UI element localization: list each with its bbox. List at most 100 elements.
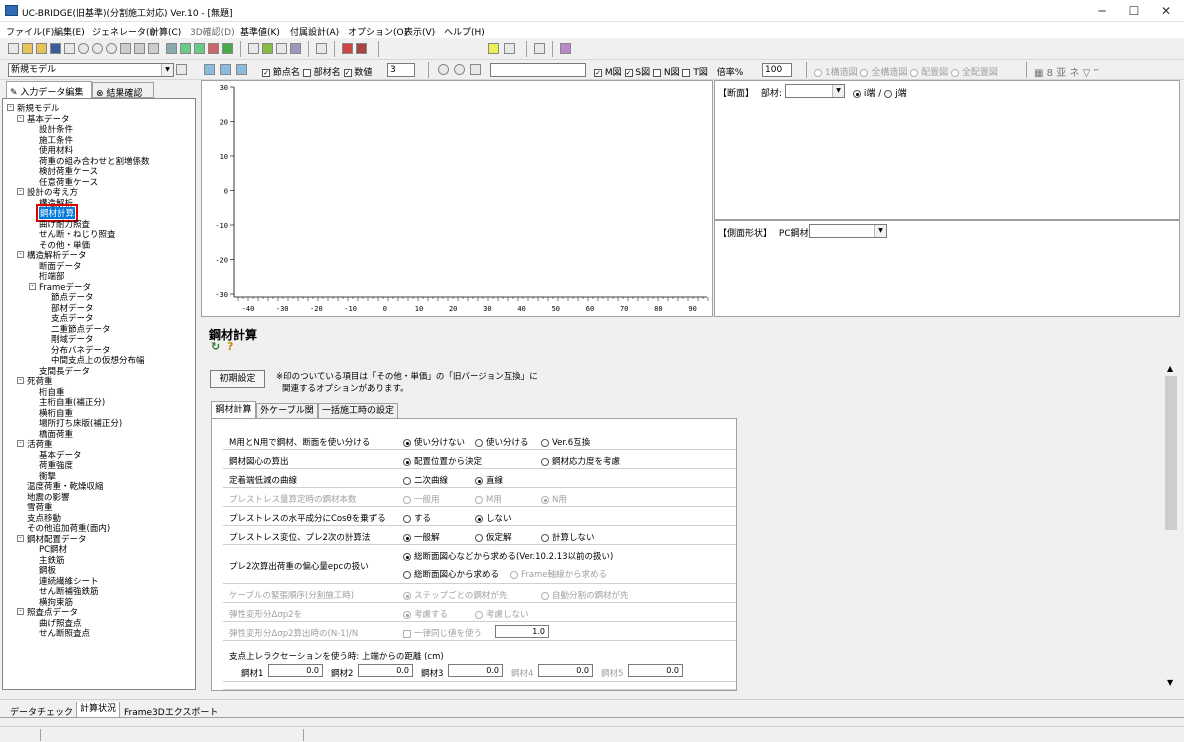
fit-view-icon[interactable] bbox=[470, 64, 481, 75]
rotate-icon[interactable]: ネ bbox=[1069, 68, 1079, 79]
chevron-down-icon[interactable]: ▼ bbox=[161, 64, 173, 76]
view-mode-radio[interactable] bbox=[951, 68, 960, 77]
chevron-down-icon[interactable]: ▼ bbox=[874, 225, 886, 237]
steel3-input[interactable]: 0.0 bbox=[448, 664, 503, 677]
print-icon[interactable] bbox=[120, 43, 131, 54]
chevron-down-icon[interactable]: ▼ bbox=[832, 85, 844, 97]
menu-option[interactable]: オプション(O) bbox=[348, 25, 407, 38]
menu-standard[interactable]: 基準値(K) bbox=[240, 25, 280, 38]
value-digits-spin[interactable]: 3 bbox=[387, 63, 415, 77]
option-radio[interactable] bbox=[541, 457, 549, 466]
option-radio[interactable] bbox=[403, 514, 411, 523]
view2-icon[interactable] bbox=[220, 64, 231, 75]
tab-input-data[interactable]: ✎ 入力データ編集 bbox=[6, 81, 92, 98]
open-icon[interactable] bbox=[22, 43, 33, 54]
option-radio[interactable] bbox=[403, 591, 411, 600]
steel1-input[interactable]: 0.0 bbox=[268, 664, 323, 677]
option-radio[interactable] bbox=[475, 438, 483, 447]
option-radio[interactable] bbox=[475, 610, 483, 619]
pc-select[interactable]: ▼ bbox=[809, 224, 887, 238]
maximize-button[interactable]: ☐ bbox=[1118, 0, 1150, 22]
option-radio[interactable] bbox=[475, 476, 483, 485]
model-select[interactable]: 新規モデル ▼ bbox=[8, 63, 174, 77]
grid-icon[interactable] bbox=[194, 43, 205, 54]
option-radio[interactable] bbox=[541, 438, 549, 447]
menu-attached[interactable]: 付属設計(A) bbox=[290, 25, 339, 38]
close-button[interactable]: ✕ bbox=[1150, 0, 1182, 22]
tab-result[interactable]: ⊗ 結果確認 bbox=[92, 82, 154, 99]
option-radio[interactable] bbox=[403, 476, 411, 485]
save-icon[interactable] bbox=[50, 43, 61, 54]
more-icon[interactable]: ‴ bbox=[1093, 68, 1098, 79]
cross-section-icon[interactable] bbox=[356, 43, 367, 54]
member-name-checkbox[interactable] bbox=[302, 68, 311, 77]
option-radio[interactable] bbox=[475, 514, 483, 523]
steel4-input[interactable]: 0.0 bbox=[538, 664, 593, 677]
help-icon[interactable] bbox=[488, 43, 499, 54]
tree-expand-icon[interactable]: - bbox=[17, 608, 24, 615]
structure-view[interactable]: 30 20 10 0 -10 -20 -30 -40 -30 -20 -10 0 10 20 30 40 50 6… bbox=[201, 80, 713, 317]
view-mode-radio[interactable] bbox=[910, 68, 919, 77]
align-icon[interactable]: 亚 bbox=[1056, 68, 1066, 79]
chart-icon[interactable] bbox=[180, 43, 191, 54]
marker-icon[interactable]: 8 bbox=[1047, 68, 1053, 79]
node-name-checkbox[interactable]: ✓ bbox=[262, 68, 270, 77]
zoom-out-view-icon[interactable] bbox=[454, 64, 465, 75]
tree-expand-icon[interactable]: - bbox=[17, 251, 24, 258]
tab-batch-setting[interactable]: 一括施工時の設定 bbox=[318, 403, 398, 418]
new-icon[interactable] bbox=[8, 43, 19, 54]
tab-steel-calc[interactable]: 鋼材計算 bbox=[211, 401, 256, 418]
minimize-button[interactable]: ─ bbox=[1086, 0, 1118, 22]
flag-icon[interactable] bbox=[208, 43, 219, 54]
scroll-down-icon[interactable]: ▼ bbox=[1167, 678, 1173, 687]
form-scrollbar[interactable]: ▲ ▼ bbox=[1164, 362, 1178, 690]
report-icon[interactable] bbox=[248, 43, 259, 54]
t-diagram-checkbox[interactable] bbox=[682, 68, 691, 77]
zoom-out-icon[interactable] bbox=[106, 43, 117, 54]
tree-expand-icon[interactable]: - bbox=[17, 114, 24, 122]
info-icon[interactable] bbox=[534, 43, 545, 54]
help-icon[interactable]: ? bbox=[227, 340, 233, 353]
option-radio[interactable] bbox=[403, 495, 411, 504]
scroll-up-icon[interactable]: ▲ bbox=[1167, 364, 1173, 373]
menu-calc[interactable]: 計算(C) bbox=[150, 25, 181, 38]
steel2-input[interactable]: 0.0 bbox=[358, 664, 413, 677]
tree-expand-icon[interactable]: - bbox=[17, 440, 24, 447]
print-preview-icon[interactable] bbox=[134, 43, 145, 54]
tab-calc-status[interactable]: 計算状況 bbox=[76, 702, 120, 718]
view3-icon[interactable] bbox=[236, 64, 247, 75]
delete-icon[interactable] bbox=[64, 43, 75, 54]
report2-icon[interactable] bbox=[262, 43, 273, 54]
bridge-icon[interactable] bbox=[222, 43, 233, 54]
tab-data-check[interactable]: データチェック bbox=[10, 705, 73, 718]
report4-icon[interactable] bbox=[290, 43, 301, 54]
option-radio[interactable] bbox=[403, 552, 411, 561]
option-radio[interactable] bbox=[475, 495, 483, 504]
option-radio[interactable] bbox=[403, 533, 411, 542]
steel5-input[interactable]: 0.0 bbox=[628, 664, 683, 677]
m-diagram-checkbox[interactable]: ✓ bbox=[594, 68, 602, 77]
reset-button[interactable]: 初期設定 bbox=[210, 370, 265, 388]
ratio-input[interactable]: 1.0 bbox=[495, 625, 549, 638]
value-checkbox[interactable]: ✓ bbox=[343, 68, 352, 77]
open-folder-icon[interactable] bbox=[36, 43, 47, 54]
scale-spin[interactable]: 100 bbox=[762, 63, 792, 77]
filter-icon[interactable]: ▽ bbox=[1083, 68, 1091, 79]
option-radio[interactable] bbox=[403, 610, 411, 619]
option-radio[interactable] bbox=[541, 591, 549, 600]
end-i-radio[interactable] bbox=[853, 89, 861, 98]
view-mode-radio[interactable] bbox=[860, 68, 869, 77]
option-radio[interactable] bbox=[541, 495, 549, 504]
scroll-thumb[interactable] bbox=[1165, 376, 1177, 530]
printer-icon[interactable] bbox=[148, 43, 159, 54]
view1-icon[interactable] bbox=[204, 64, 215, 75]
end-j-radio[interactable] bbox=[884, 89, 893, 98]
member-select[interactable]: ▼ bbox=[785, 84, 845, 98]
tab-external-cable[interactable]: 外ケーブル関連 bbox=[256, 403, 318, 430]
menu-generator[interactable]: ジェネレータ(I) bbox=[92, 25, 156, 38]
menu-help[interactable]: ヘルプ(H) bbox=[444, 25, 485, 38]
zoom-in-view-icon[interactable] bbox=[438, 64, 449, 75]
option-radio[interactable] bbox=[403, 570, 411, 579]
menu-3d[interactable]: 3D確認(D) bbox=[190, 25, 235, 38]
table-icon[interactable] bbox=[166, 43, 177, 54]
